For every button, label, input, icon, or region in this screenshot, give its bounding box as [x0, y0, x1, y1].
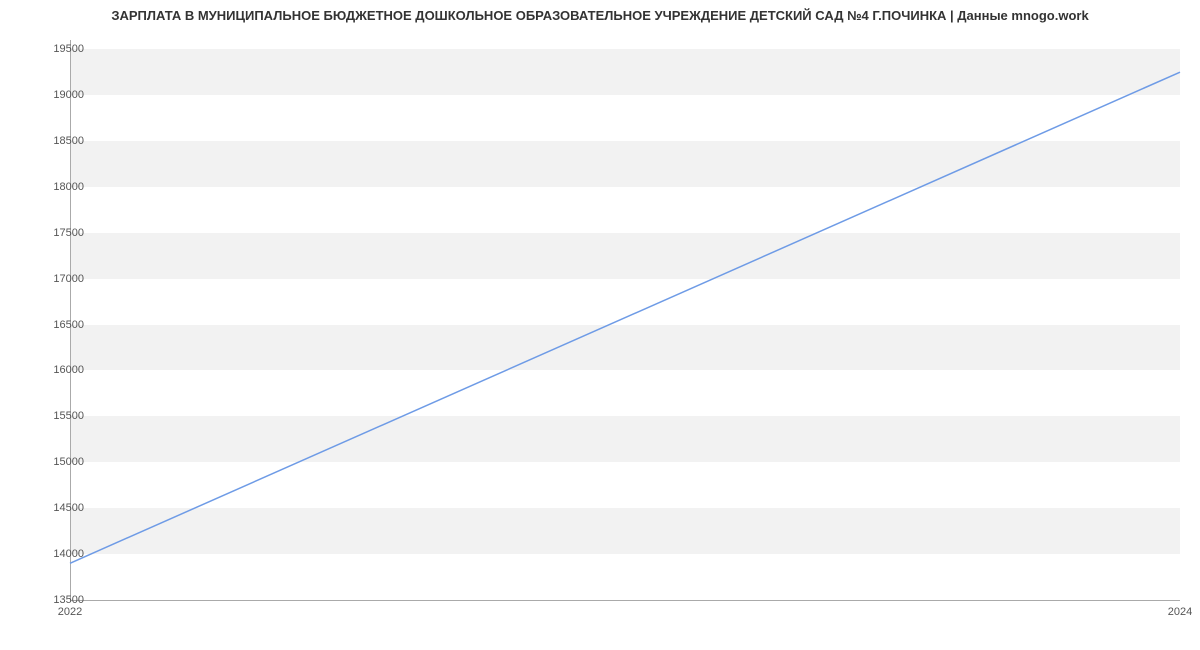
- y-tick-label: 15500: [24, 410, 84, 422]
- x-axis-baseline: [70, 600, 1180, 601]
- x-tick-label: 2022: [58, 606, 82, 618]
- y-tick-label: 14000: [24, 548, 84, 560]
- chart-title: ЗАРПЛАТА В МУНИЦИПАЛЬНОЕ БЮДЖЕТНОЕ ДОШКО…: [0, 8, 1200, 23]
- y-tick-label: 13500: [24, 594, 84, 606]
- y-tick-label: 19500: [24, 43, 84, 55]
- plot-area: [70, 40, 1180, 600]
- series-line: [70, 72, 1180, 563]
- y-tick-label: 16000: [24, 364, 84, 376]
- y-tick-label: 14500: [24, 502, 84, 514]
- line-series-layer: [70, 40, 1180, 600]
- x-tick-label: 2024: [1168, 606, 1192, 618]
- y-tick-label: 15000: [24, 456, 84, 468]
- y-tick-label: 18500: [24, 135, 84, 147]
- y-tick-label: 18000: [24, 181, 84, 193]
- y-tick-label: 19000: [24, 89, 84, 101]
- chart-container: ЗАРПЛАТА В МУНИЦИПАЛЬНОЕ БЮДЖЕТНОЕ ДОШКО…: [0, 0, 1200, 650]
- y-tick-label: 17000: [24, 273, 84, 285]
- y-tick-label: 16500: [24, 319, 84, 331]
- y-tick-label: 17500: [24, 227, 84, 239]
